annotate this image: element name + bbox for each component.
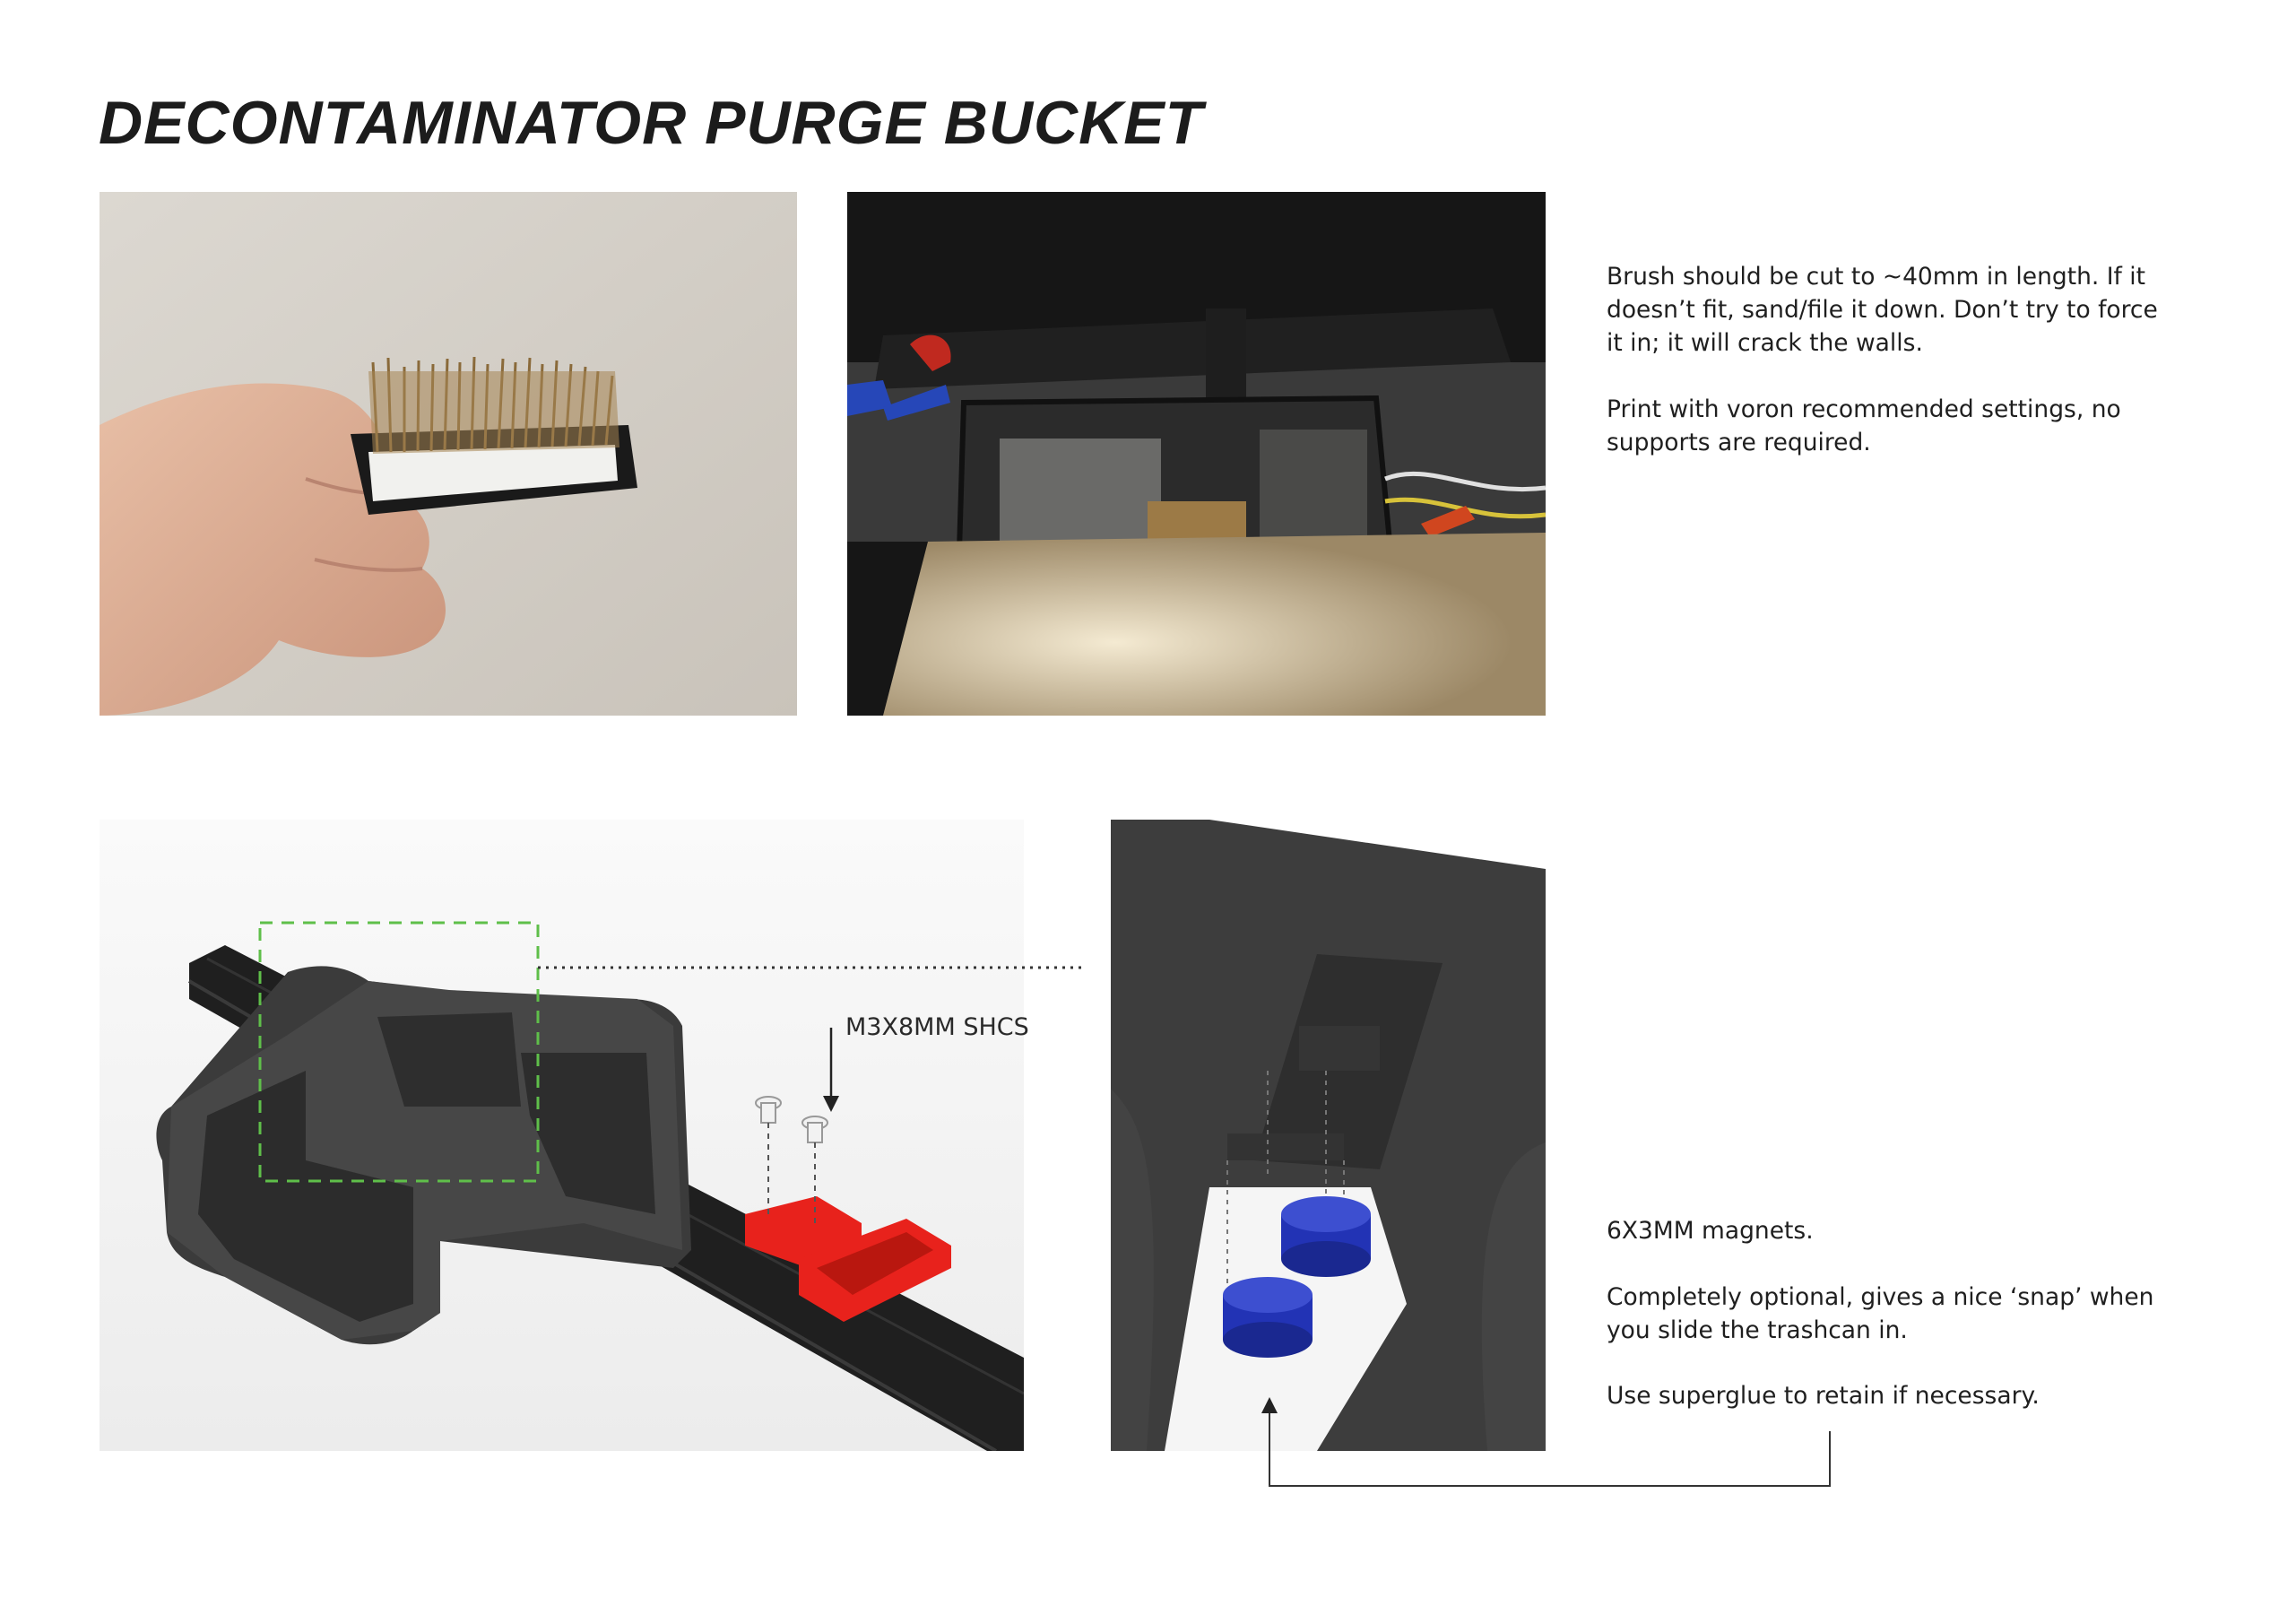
page-title: DECONTAMINATOR PURGE BUCKET	[99, 89, 1204, 157]
print-settings-note: Print with voron recommended settings, n…	[1607, 395, 2121, 456]
installed-bucket-photo	[847, 192, 1546, 716]
magnet-glue-note: Use superglue to retain if necessary.	[1607, 1382, 2040, 1410]
brush-length-note: Brush should be cut to ~40mm in length. …	[1607, 263, 2158, 357]
magnet-pocket-render	[1111, 820, 1546, 1451]
magnet-size-note: 6X3MM magnets.	[1607, 1217, 1814, 1245]
brush-holder-photo	[100, 192, 797, 716]
bucket-assembly-render	[100, 820, 1024, 1451]
magnet-optional-note: Completely optional, gives a nice ‘snap’…	[1607, 1283, 2154, 1344]
screw-callout-label: M3X8MM SHCS	[845, 1013, 1029, 1041]
